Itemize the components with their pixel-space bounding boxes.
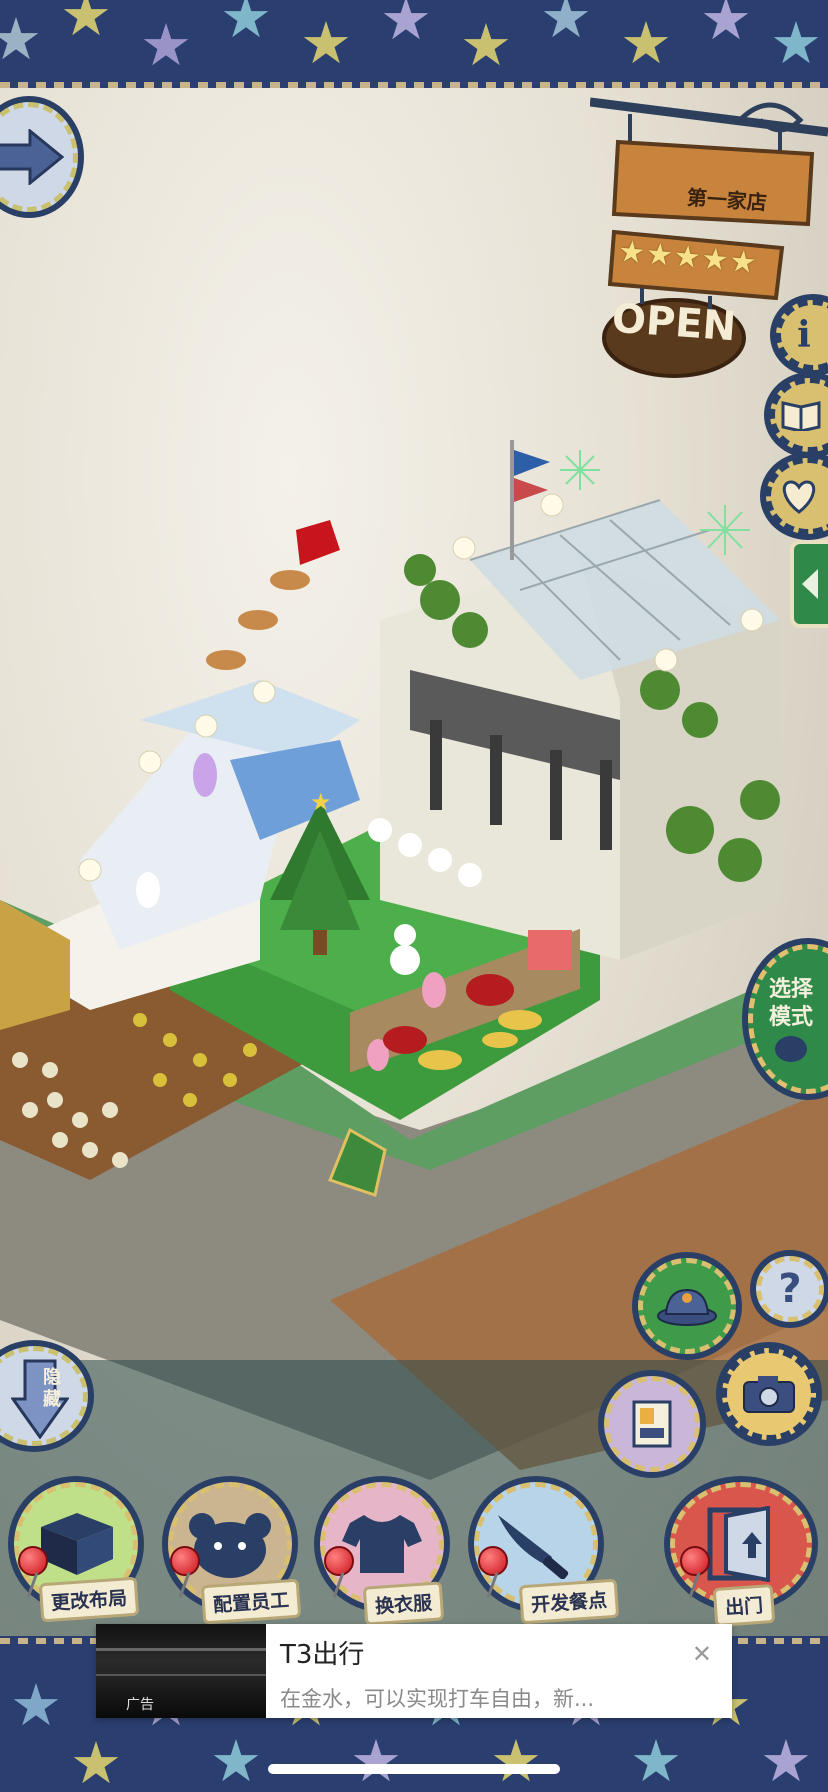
picture-icon [632, 1400, 672, 1448]
camera-button[interactable] [722, 1348, 816, 1440]
hat-icon [657, 1288, 717, 1326]
decoration-button[interactable] [638, 1258, 736, 1354]
ad-tag: 广告 [126, 1697, 154, 1713]
ad-subtitle: 在金水，可以实现打车自由，新... [280, 1687, 595, 1711]
book-icon [781, 401, 821, 431]
close-icon[interactable]: ✕ [692, 1640, 712, 1668]
change-outfit-label: 换衣服 [362, 1581, 445, 1626]
home-indicator[interactable] [268, 1764, 560, 1774]
heart-icon [782, 480, 816, 514]
new-pin [680, 1546, 710, 1576]
change-layout-label: 更改布局 [38, 1576, 140, 1623]
camera-icon [743, 1376, 795, 1413]
bear-face-icon [775, 1036, 807, 1062]
bottom-menu: 更改布局 配置员工 换衣服 开发餐点 出门 [0, 1470, 828, 1630]
bear-icon [189, 1513, 271, 1578]
help-button[interactable]: ? [756, 1256, 824, 1322]
new-pin [18, 1546, 48, 1576]
door-icon [707, 1506, 770, 1582]
select-mode-label: 选择 模式 [768, 977, 813, 1030]
new-pin [324, 1546, 354, 1576]
new-pin [170, 1546, 200, 1576]
new-pin [478, 1546, 508, 1576]
assign-staff-label: 配置员工 [200, 1578, 302, 1625]
ad-thumbnail: 广告 [96, 1624, 266, 1718]
hide-label: 隐 藏 [43, 1367, 61, 1410]
ad-title: T3出行 [280, 1640, 365, 1670]
album-button[interactable] [604, 1376, 700, 1472]
go-out-label: 出门 [712, 1583, 776, 1628]
open-status: OPEN [610, 295, 738, 351]
info-icon: i [797, 314, 811, 356]
back-arrow-icon [802, 569, 818, 599]
develop-menu-label: 开发餐点 [518, 1578, 620, 1625]
knife-icon [498, 1515, 569, 1579]
top-star-border: ★ ★ ★ ★ ★ ★ ★ ★ ★ ★ ★ [0, 0, 828, 90]
side-panel-tab[interactable] [790, 540, 828, 628]
help-icon: ? [778, 1266, 802, 1312]
ad-banner[interactable]: 广告 T3出行 在金水，可以实现打车自由，新... ✕ [96, 1624, 732, 1718]
arrow-right-icon [0, 129, 64, 185]
svg-text:★: ★ [310, 788, 332, 816]
